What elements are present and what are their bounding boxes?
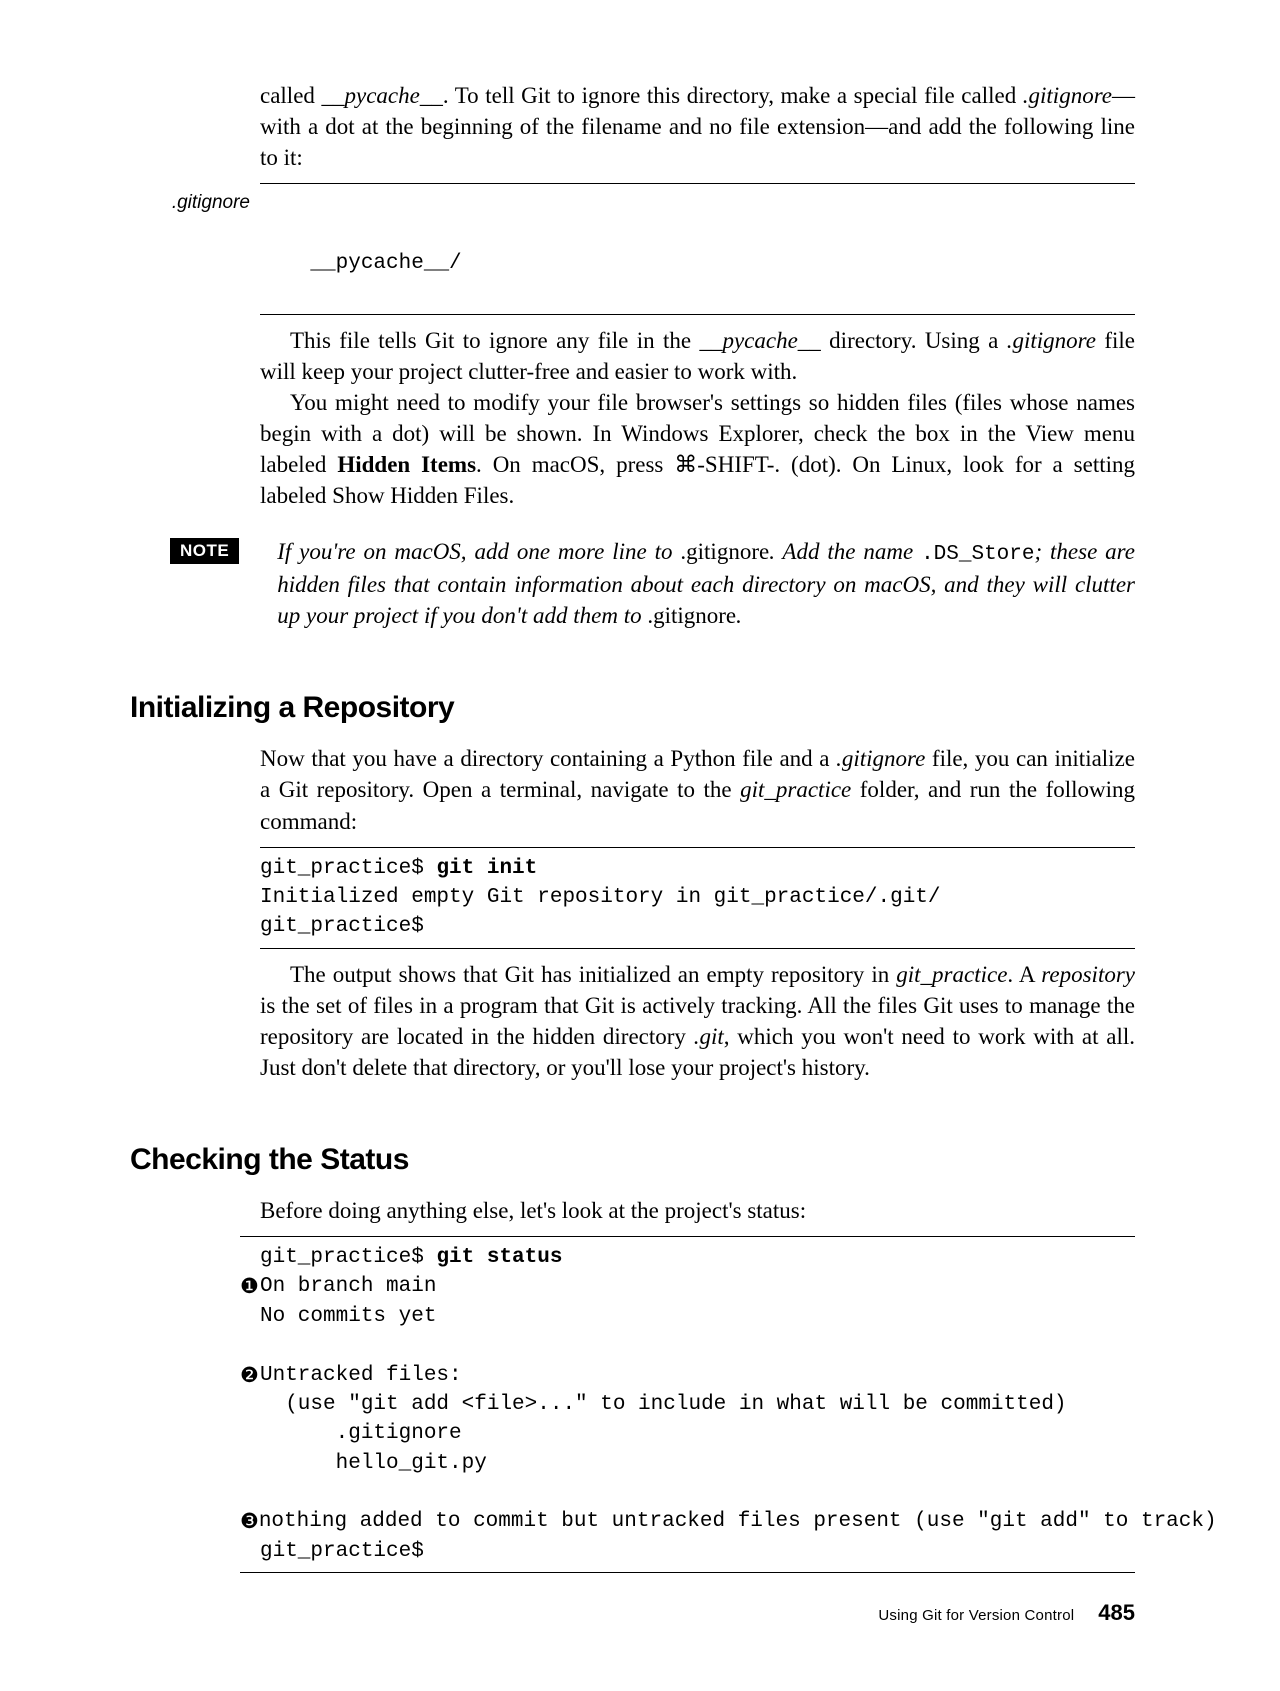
- text-mono: .DS_Store: [921, 543, 1034, 566]
- code-prompt: git_practice$: [260, 915, 424, 938]
- code-output: .gitignore: [260, 1419, 1135, 1448]
- code-command: git status: [436, 1246, 562, 1269]
- code-prompt: git_practice$: [260, 1246, 436, 1269]
- note-block: NOTE If you're on macOS, add one more li…: [130, 536, 1135, 631]
- git-init-code-block: git_practice$ git init Initialized empty…: [260, 847, 1135, 949]
- text: Before doing anything else, let's look a…: [260, 1195, 1135, 1226]
- text-italic: .gitignore: [1023, 83, 1112, 108]
- note-badge: NOTE: [170, 538, 239, 564]
- section1-paragraph2: The output shows that Git has initialize…: [260, 959, 1135, 1083]
- note-text: If you're on macOS, add one more line to…: [277, 536, 1135, 631]
- text: directory. Using a: [821, 328, 1007, 353]
- text: . A: [1007, 962, 1041, 987]
- page-footer: Using Git for Version Control 485: [878, 1600, 1135, 1626]
- text: called: [260, 83, 321, 108]
- callout-2: ❷: [240, 1361, 260, 1390]
- text-italic: git_practice: [740, 777, 851, 802]
- section-heading-status: Checking the Status: [130, 1143, 1135, 1177]
- callout-1: ❶: [240, 1272, 260, 1301]
- text: The output shows that Git has initialize…: [290, 962, 896, 987]
- text-italic: __pycache__: [321, 83, 442, 108]
- text: .: [736, 603, 742, 628]
- section-heading-init: Initializing a Repository: [130, 691, 1135, 725]
- code-output: nothing added to commit but untracked fi…: [259, 1507, 1217, 1536]
- code-output: Initialized empty Git repository in git_…: [260, 886, 941, 909]
- text: Now that you have a directory containing…: [260, 746, 836, 771]
- git-status-code-block: git_practice$ git status ❶On branch main…: [240, 1236, 1135, 1573]
- text-upright: .gitignore: [680, 539, 769, 564]
- page: called __pycache__. To tell Git to ignor…: [0, 0, 1280, 1691]
- paragraph-after-gitignore: This file tells Git to ignore any file i…: [260, 325, 1135, 511]
- code-output: On branch main: [260, 1272, 1135, 1301]
- text: This file tells Git to ignore any file i…: [290, 328, 699, 353]
- text-italic: __pycache__: [699, 328, 820, 353]
- footer-chapter: Using Git for Version Control: [878, 1607, 1074, 1624]
- command-key-icon: ⌘: [674, 451, 697, 477]
- code-prompt: git_practice$: [260, 857, 436, 880]
- footer-page-number: 485: [1098, 1600, 1135, 1625]
- code-output: (use "git add <file>..." to include in w…: [260, 1390, 1135, 1419]
- text-upright: .gitignore: [647, 603, 736, 628]
- gitignore-code-block: .gitignore __pycache__/: [260, 183, 1135, 315]
- code-output: hello_git.py: [260, 1449, 1135, 1478]
- code-output: Untracked files:: [260, 1361, 1135, 1390]
- text: . Add the name: [769, 539, 921, 564]
- callout-3: ❸: [240, 1507, 259, 1536]
- section1-paragraph1: Now that you have a directory containing…: [260, 743, 1135, 836]
- code-output: No commits yet: [260, 1302, 1135, 1331]
- text: If you're on macOS, add one more line to: [277, 539, 680, 564]
- text-italic: .gitignore: [836, 746, 925, 771]
- intro-paragraph: called __pycache__. To tell Git to ignor…: [260, 80, 1135, 173]
- text-italic: .gitignore: [1007, 328, 1096, 353]
- code-command: git init: [436, 857, 537, 880]
- code-label: .gitignore: [130, 190, 250, 217]
- code-content: __pycache__/: [310, 252, 461, 275]
- section2-paragraph1: Before doing anything else, let's look a…: [260, 1195, 1135, 1226]
- code-prompt: git_practice$: [260, 1537, 1135, 1566]
- text-italic: git_practice: [896, 962, 1007, 987]
- text-bold: Hidden Items: [337, 452, 476, 477]
- text-italic: repository: [1041, 962, 1135, 987]
- text: . On macOS, press: [476, 452, 674, 477]
- text: . To tell Git to ignore this directory, …: [443, 83, 1023, 108]
- text-italic: .git: [694, 1024, 724, 1049]
